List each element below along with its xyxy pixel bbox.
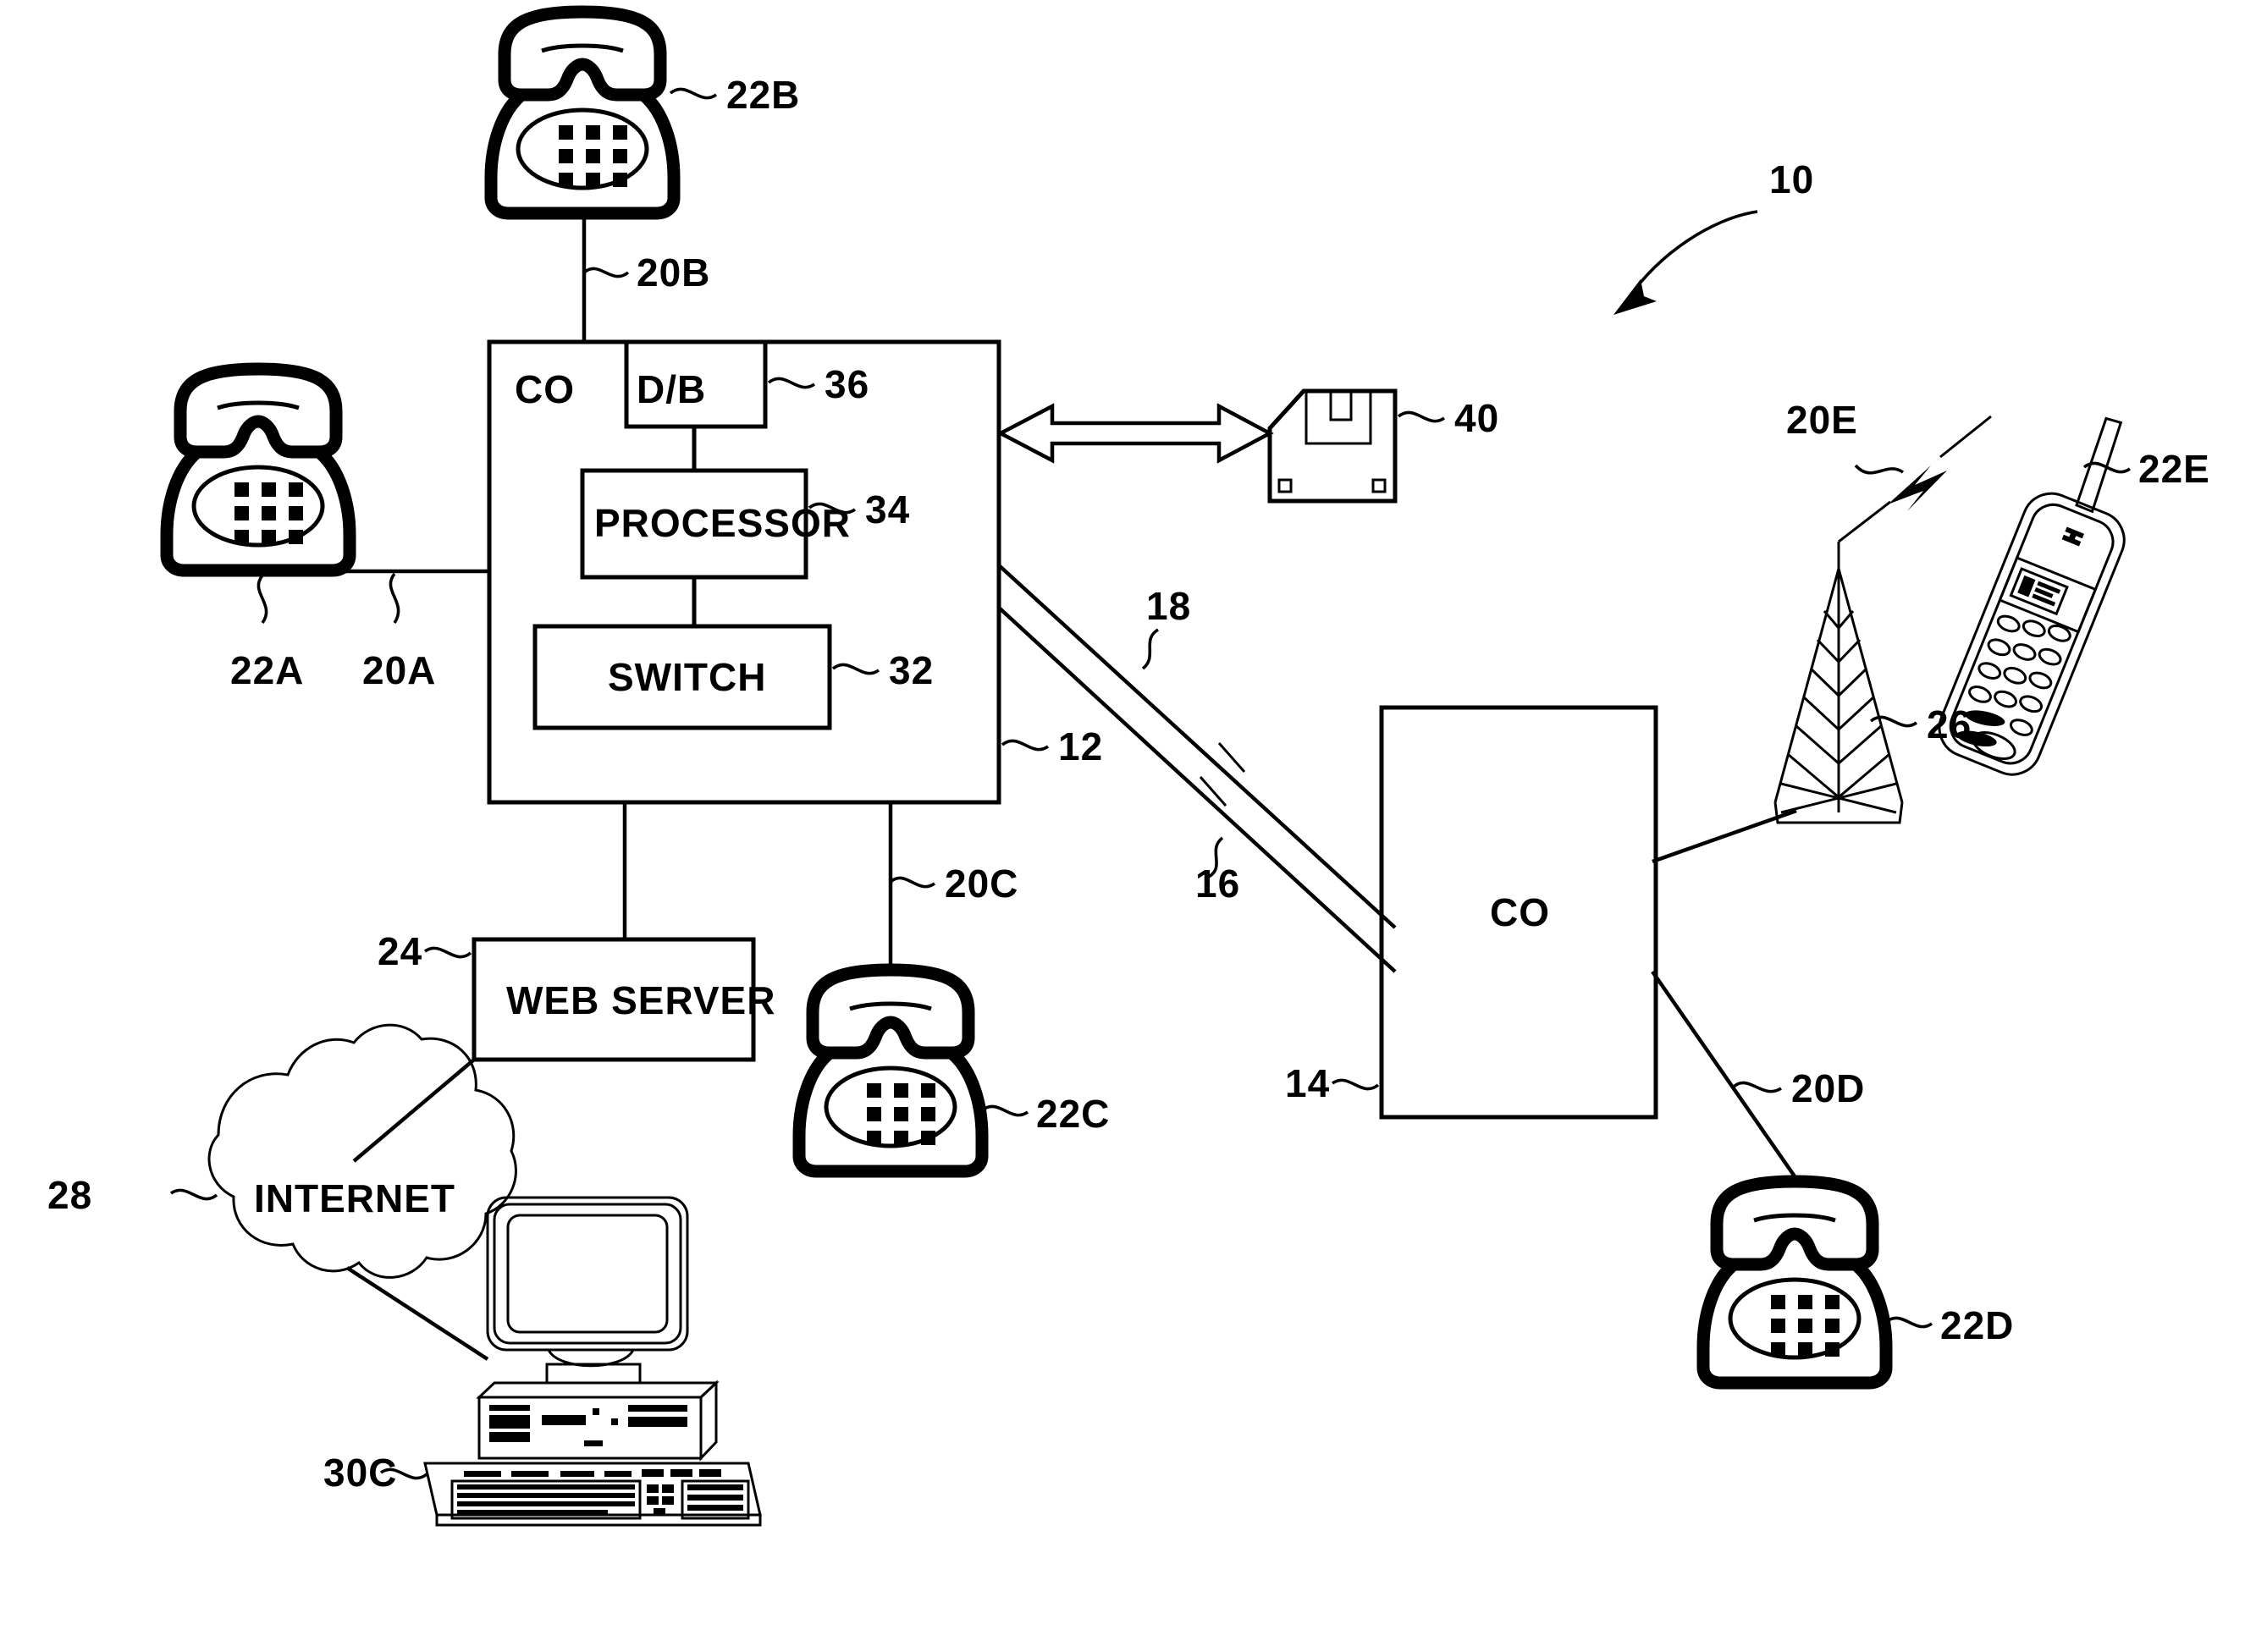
ref-10: 10 (1769, 157, 1814, 201)
ref-40: 40 (1454, 396, 1499, 440)
telephone-22A (167, 369, 350, 570)
ref-20E: 20E (1786, 398, 1858, 442)
floppy-disk-icon (1267, 388, 1398, 504)
ref-32: 32 (889, 648, 934, 692)
cell-tower-icon (1773, 542, 1904, 824)
ref-22C: 22C (1036, 1092, 1110, 1136)
ref-14: 14 (1285, 1061, 1330, 1105)
internet-cloud[interactable] (207, 1023, 517, 1279)
diagram-canvas: CO D/B PROCESSOR SWITCH CO WEB SERVER IN… (47, 0, 2210, 1527)
ref-18: 18 (1146, 584, 1191, 628)
co-remote-label: CO (1490, 890, 1550, 934)
ref-36: 36 (825, 362, 869, 406)
ref-20C: 20C (945, 862, 1018, 906)
line-webserver-internet (352, 1058, 476, 1163)
co-main-label: CO (515, 367, 575, 411)
ref-28: 28 (47, 1173, 92, 1217)
bidirectional-arrow (996, 403, 1274, 464)
telephone-22B (491, 12, 674, 213)
ref-20D: 20D (1791, 1066, 1865, 1110)
ref-26: 26 (1927, 702, 1972, 746)
ref-30C: 30C (323, 1451, 397, 1495)
trunk-line-16 (997, 606, 1397, 973)
ref-24: 24 (378, 929, 422, 973)
ref-22B: 22B (726, 73, 800, 117)
ref-16: 16 (1195, 862, 1240, 906)
lightning-bolt-icon (1888, 465, 1947, 511)
ref-22A: 22A (230, 648, 304, 692)
ref-20B: 20B (637, 251, 710, 295)
line-bolt-to-mobile (1939, 415, 1992, 459)
ref-22E: 22E (2138, 447, 2210, 491)
ref-12: 12 (1058, 724, 1103, 768)
ref-34: 34 (865, 487, 910, 531)
line-internet-computer (345, 1266, 489, 1361)
ref-20A: 20A (362, 648, 436, 692)
line-tower-to-bolt (1838, 500, 1891, 543)
text-labels: CO D/B PROCESSOR SWITCH CO WEB SERVER IN… (47, 73, 2210, 1495)
trunk-tick-lower (1199, 776, 1227, 807)
line-co14-tower (1652, 808, 1797, 864)
db-label: D/B (637, 367, 706, 411)
telephone-22C (799, 970, 982, 1171)
telephone-22D (1703, 1181, 1886, 1383)
switch-label: SWITCH (608, 655, 766, 699)
ref-22D: 22D (1940, 1303, 2014, 1347)
internet-label: INTERNET (254, 1176, 455, 1220)
desktop-computer-icon (423, 1196, 762, 1527)
web-server-label: WEB SERVER (506, 978, 775, 1022)
processor-label: PROCESSOR (594, 501, 851, 545)
line-20D (1651, 970, 1796, 1178)
patent-figure: CO D/B PROCESSOR SWITCH CO WEB SERVER IN… (0, 0, 2267, 1652)
